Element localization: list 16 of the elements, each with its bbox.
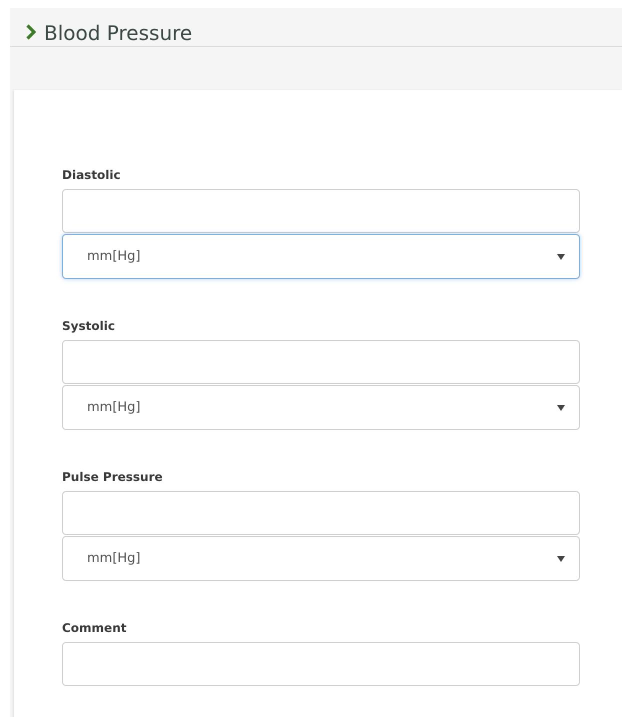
input-field[interactable] [62, 491, 580, 535]
input-field[interactable] [62, 340, 580, 384]
chevron-icon[interactable] [26, 24, 36, 40]
field-label: Diastolic [62, 168, 122, 182]
section-title: Blood Pressure [44, 20, 192, 46]
caret-icon [557, 254, 565, 260]
unit-select[interactable]: mm[Hg] [62, 385, 580, 430]
input-field[interactable] [62, 189, 580, 233]
caret-icon [557, 556, 565, 562]
caret-icon [557, 404, 565, 410]
input-field[interactable] [62, 642, 580, 686]
unit-select[interactable]: mm[Hg] [62, 536, 580, 581]
field-label: Comment [62, 621, 128, 635]
field-label: Pulse Pressure [62, 470, 164, 484]
field-label: Systolic [62, 319, 116, 333]
unit-select[interactable]: mm[Hg] [62, 234, 580, 279]
